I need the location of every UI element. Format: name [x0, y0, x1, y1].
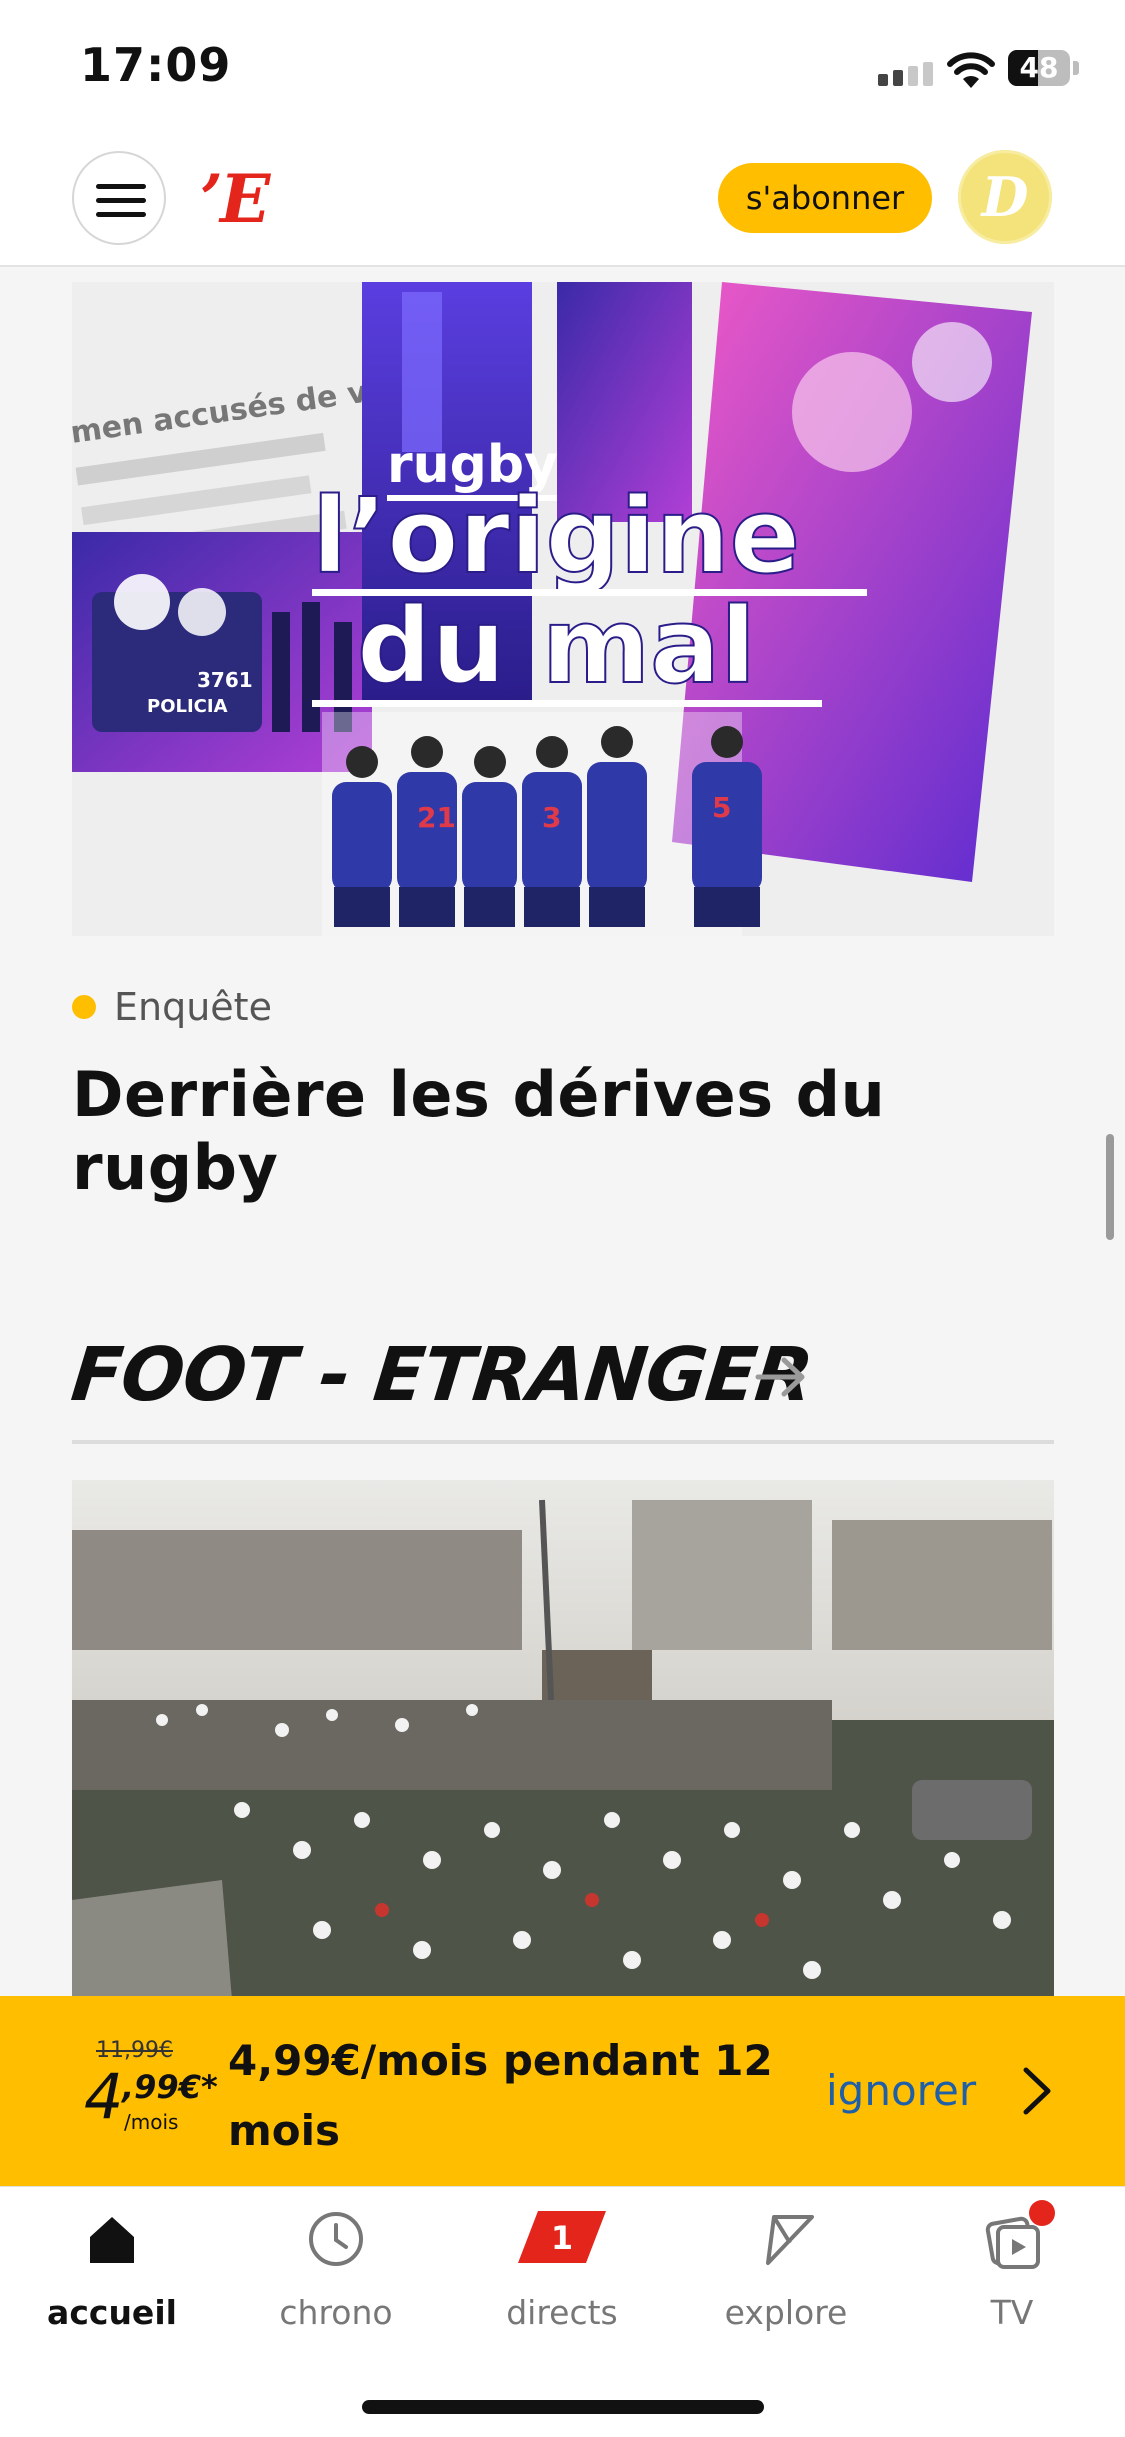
- home-icon: [90, 2217, 134, 2263]
- article-headline[interactable]: Derrière les dérives du rugby: [72, 1058, 1062, 1204]
- tab-explore[interactable]: explore: [686, 2209, 886, 2349]
- tab-label: directs: [506, 2293, 618, 2332]
- tab-accueil[interactable]: accueil: [12, 2209, 212, 2349]
- tab-tv[interactable]: TV: [912, 2200, 1112, 2349]
- promo-message: 4,99€/mois pendant 12 mois: [228, 2036, 773, 2155]
- clock-icon: [309, 2212, 363, 2266]
- ignore-button[interactable]: ignorer: [826, 2066, 976, 2115]
- tab-directs[interactable]: 1 directs: [462, 2209, 662, 2349]
- status-bar: 17:09 48: [0, 0, 1125, 135]
- home-indicator[interactable]: [362, 2400, 764, 2414]
- price-unit: /mois: [124, 2110, 179, 2134]
- price-integer: 4: [84, 2060, 124, 2133]
- directs-badge: 1: [551, 2219, 573, 2257]
- explore-icon: [766, 2215, 814, 2265]
- police-word: POLICIA: [147, 696, 228, 717]
- notification-dot: [1029, 2200, 1055, 2226]
- status-time: 17:09: [80, 38, 232, 92]
- tag-dot-icon: [72, 995, 96, 1019]
- svg-text:21: 21: [417, 801, 456, 834]
- subscribe-button[interactable]: s'abonner: [718, 163, 932, 233]
- tv-icon: [985, 2200, 1055, 2269]
- section-divider: [72, 1440, 1054, 1444]
- svg-text:3: 3: [542, 801, 561, 834]
- article-photo[interactable]: [72, 1480, 1054, 2000]
- app-header: ’E s'abonner D: [0, 135, 1125, 267]
- svg-text:5: 5: [712, 791, 731, 824]
- police-number: 3761: [197, 668, 253, 692]
- price-decimal: ,99€*: [122, 2068, 218, 2106]
- battery-level: 48: [1019, 51, 1059, 84]
- avatar[interactable]: D: [958, 150, 1052, 244]
- chevron-right-icon[interactable]: [1018, 2064, 1054, 2118]
- image-title-line1: l’origine: [312, 475, 800, 597]
- scrollbar[interactable]: [1106, 1134, 1114, 1240]
- promo-banner[interactable]: 11,99€ 4 ,99€* /mois 4,99€/mois pendant …: [0, 1996, 1125, 2186]
- lequipe-logo[interactable]: ’E: [200, 160, 270, 238]
- image-title-line2: du mal: [357, 585, 756, 707]
- tab-label: accueil: [47, 2293, 177, 2332]
- arrow-right-icon[interactable]: [754, 1352, 810, 1402]
- cellular-signal-icon: [878, 62, 933, 86]
- tab-chrono[interactable]: chrono: [236, 2209, 436, 2349]
- tab-label: explore: [724, 2293, 848, 2332]
- tag-label: Enquête: [114, 985, 272, 1029]
- wifi-icon: [947, 52, 995, 88]
- battery-icon: 48: [1008, 50, 1080, 86]
- menu-button[interactable]: [72, 151, 166, 245]
- article-tag: Enquête: [72, 985, 272, 1029]
- live-flag-icon: 1: [518, 2211, 606, 2263]
- tab-label: chrono: [279, 2293, 393, 2332]
- feature-image[interactable]: men accusés de viol 3761 POLICIA rugby l…: [72, 282, 1054, 936]
- section-title[interactable]: FOOT - ETRANGER: [67, 1332, 816, 1418]
- tab-label: TV: [990, 2293, 1034, 2332]
